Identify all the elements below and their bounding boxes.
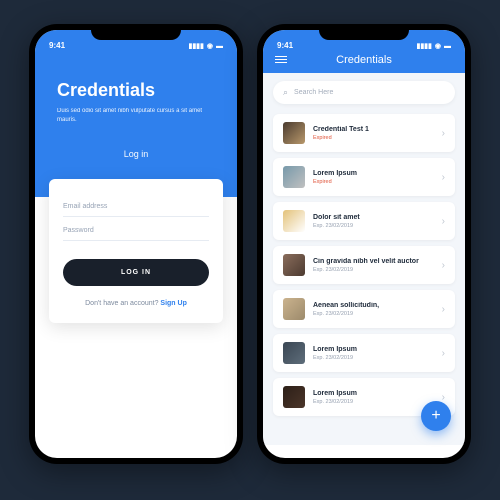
add-button[interactable]: + xyxy=(421,401,451,431)
item-title: Lorem Ipsum xyxy=(313,390,434,397)
item-title: Lorem Ipsum xyxy=(313,170,434,177)
signup-link[interactable]: Sign Up xyxy=(160,300,186,307)
item-thumbnail xyxy=(283,342,305,364)
search-placeholder: Search Here xyxy=(294,89,333,96)
item-subtitle: Exp. 23/02/2019 xyxy=(313,311,434,317)
list-body: ⌕ Search Here Credential Test 1 Expired … xyxy=(263,73,465,445)
page-title: Credentials xyxy=(336,54,392,66)
list-header: Credentials xyxy=(263,52,465,73)
app-title: Credentials xyxy=(57,80,215,101)
list-item[interactable]: Credential Test 1 Expired › xyxy=(273,114,455,152)
notch xyxy=(319,24,409,40)
status-time: 9:41 xyxy=(49,41,65,50)
signup-prompt: Don't have an account? Sign Up xyxy=(63,300,209,307)
item-subtitle: Expired xyxy=(313,179,434,185)
chevron-right-icon: › xyxy=(442,172,445,183)
item-title: Aenean sollicitudin, xyxy=(313,302,434,309)
footer-text: Don't have an account? xyxy=(85,300,160,307)
list-item[interactable]: Dolor sit amet Exp. 23/02/2019 › xyxy=(273,202,455,240)
chevron-right-icon: › xyxy=(442,128,445,139)
menu-icon[interactable] xyxy=(275,56,287,63)
item-title: Cin gravida nibh vel velit auctor xyxy=(313,258,434,265)
chevron-right-icon: › xyxy=(442,392,445,403)
app-subtitle: Duis sed odio sit amet nibh vulputate cu… xyxy=(57,107,215,125)
notch xyxy=(91,24,181,40)
item-title: Dolor sit amet xyxy=(313,214,434,221)
battery-icon: ▬ xyxy=(444,43,451,50)
phone-login: 9:41 ▮▮▮▮ ◉ ▬ Credentials Duis sed odio … xyxy=(29,24,243,464)
password-field[interactable]: Password xyxy=(63,217,209,241)
search-input[interactable]: ⌕ Search Here xyxy=(273,81,455,104)
signal-icon: ▮▮▮▮ xyxy=(416,42,431,50)
login-card: Email address Password LOG IN Don't have… xyxy=(49,179,223,323)
item-subtitle: Expired xyxy=(313,135,434,141)
login-button[interactable]: LOG IN xyxy=(63,259,209,286)
list-item[interactable]: Lorem Ipsum Expired › xyxy=(273,158,455,196)
item-title: Lorem Ipsum xyxy=(313,346,434,353)
item-thumbnail xyxy=(283,386,305,408)
chevron-right-icon: › xyxy=(442,348,445,359)
item-title: Credential Test 1 xyxy=(313,126,434,133)
list-item[interactable]: Lorem Ipsum Exp. 23/02/2019 › xyxy=(273,334,455,372)
list-screen: 9:41 ▮▮▮▮ ◉ ▬ Credentials ⌕ Search Here xyxy=(263,30,465,458)
status-indicators: ▮▮▮▮ ◉ ▬ xyxy=(416,42,451,50)
chevron-right-icon: › xyxy=(442,216,445,227)
email-field[interactable]: Email address xyxy=(63,193,209,217)
chevron-right-icon: › xyxy=(442,304,445,315)
search-icon: ⌕ xyxy=(283,87,288,98)
item-subtitle: Exp. 23/02/2019 xyxy=(313,223,434,229)
item-thumbnail xyxy=(283,298,305,320)
login-hero: Credentials Duis sed odio sit amet nibh … xyxy=(35,52,237,197)
item-thumbnail xyxy=(283,122,305,144)
item-thumbnail xyxy=(283,210,305,232)
chevron-right-icon: › xyxy=(442,260,445,271)
item-thumbnail xyxy=(283,254,305,276)
wifi-icon: ◉ xyxy=(207,42,213,50)
wifi-icon: ◉ xyxy=(435,42,441,50)
signal-icon: ▮▮▮▮ xyxy=(188,42,203,50)
status-time: 9:41 xyxy=(277,41,293,50)
item-subtitle: Exp. 23/02/2019 xyxy=(313,355,434,361)
login-screen: 9:41 ▮▮▮▮ ◉ ▬ Credentials Duis sed odio … xyxy=(35,30,237,458)
list-item[interactable]: Cin gravida nibh vel velit auctor Exp. 2… xyxy=(273,246,455,284)
phone-list: 9:41 ▮▮▮▮ ◉ ▬ Credentials ⌕ Search Here xyxy=(257,24,471,464)
status-indicators: ▮▮▮▮ ◉ ▬ xyxy=(188,42,223,50)
login-tab-label: Log in xyxy=(57,149,215,159)
item-subtitle: Exp. 23/02/2019 xyxy=(313,399,434,405)
list-item[interactable]: Aenean sollicitudin, Exp. 23/02/2019 › xyxy=(273,290,455,328)
item-thumbnail xyxy=(283,166,305,188)
battery-icon: ▬ xyxy=(216,43,223,50)
item-subtitle: Exp. 23/02/2019 xyxy=(313,267,434,273)
